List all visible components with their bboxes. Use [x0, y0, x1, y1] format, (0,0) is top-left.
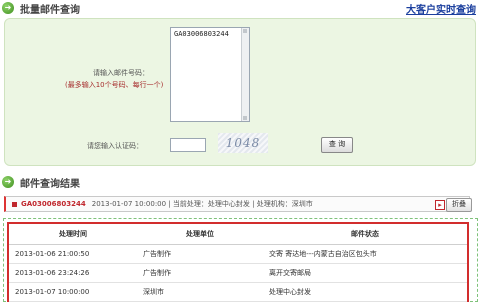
- query-button[interactable]: 查 询: [321, 137, 353, 153]
- tracking-number[interactable]: GA03006803244: [21, 200, 86, 208]
- collapse-button[interactable]: 折叠: [446, 198, 472, 212]
- section-header-result: ➜ 邮件查询结果: [2, 174, 80, 190]
- square-bullet-icon: [12, 201, 17, 207]
- cell-status: 离开交寄邮局: [263, 263, 467, 283]
- cell-unit: 广告制作: [137, 263, 263, 283]
- table-header-row: 处理时间 处理单位 邮件状态: [9, 224, 467, 245]
- mail-number-textarea[interactable]: GA03006803244: [170, 27, 250, 122]
- cell-time: 2013-01-06 21:00:50: [9, 244, 137, 264]
- column-header: 处理单位: [137, 224, 263, 245]
- arrow-right-icon: ➜: [2, 176, 14, 188]
- table-row: 2013-01-06 21:00:50 广告制作 交寄 寄达地---内蒙古自治区…: [9, 244, 467, 264]
- captcha-image[interactable]: 1048: [218, 133, 268, 153]
- mail-number-label: 请输入邮件号码：: [93, 69, 149, 77]
- cell-unit: 深圳市: [137, 282, 263, 302]
- captcha-text: 1048: [225, 136, 261, 150]
- textarea-scrollbar[interactable]: [241, 28, 249, 121]
- cell-status: 交寄 寄达地---内蒙古自治区包头市: [263, 244, 467, 264]
- result-summary-bar: GA03006803244 2013-01-07 10:00:00 | 当前处理…: [4, 196, 472, 212]
- cell-unit: 广告制作: [137, 244, 263, 264]
- captcha-label: 请您输入认证码：: [87, 142, 143, 150]
- mail-number-hint: (最多输入10个号码、每行一个): [65, 81, 164, 89]
- captcha-input[interactable]: [170, 138, 206, 152]
- expand-icon[interactable]: ▸: [435, 200, 445, 210]
- cell-time: 2013-01-06 23:24:26: [9, 263, 137, 283]
- section-header-query: ➜ 批量邮件查询: [2, 0, 80, 16]
- cell-status: 处理中心封发: [263, 282, 467, 302]
- table-row: 2013-01-06 23:24:26 广告制作 离开交寄邮局: [9, 263, 467, 283]
- big-client-query-link[interactable]: 大客户实时查询: [406, 1, 476, 16]
- column-header: 处理时间: [9, 224, 137, 245]
- section-title: 邮件查询结果: [20, 178, 80, 190]
- cell-time: 2013-01-07 10:00:00: [9, 282, 137, 302]
- query-panel: 请输入邮件号码： (最多输入10个号码、每行一个) GA03006803244 …: [4, 18, 476, 166]
- table-row: 2013-01-07 10:00:00 深圳市 处理中心封发: [9, 282, 467, 302]
- arrow-right-icon: ➜: [2, 2, 14, 14]
- section-title: 批量邮件查询: [20, 4, 80, 16]
- mail-number-value: GA03006803244: [174, 30, 229, 38]
- tracking-detail-table: 处理时间 处理单位 邮件状态 2013-01-06 21:00:50 广告制作 …: [7, 222, 469, 302]
- result-summary-text: 2013-01-07 10:00:00 | 当前处理：处理中心封发 | 处理机构…: [91, 200, 313, 208]
- column-header: 邮件状态: [263, 224, 467, 245]
